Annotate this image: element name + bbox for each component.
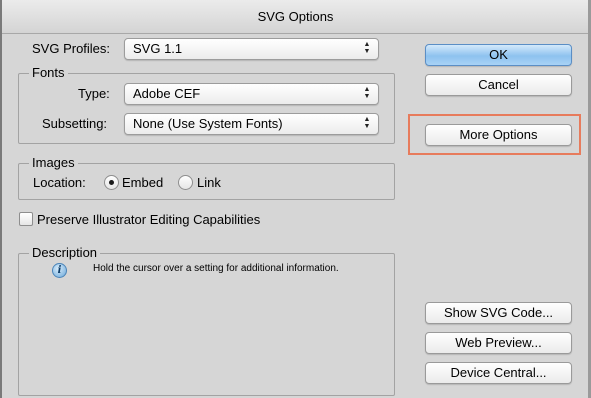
description-text: Hold the cursor over a setting for addit… <box>93 263 339 274</box>
link-label[interactable]: Link <box>197 175 221 190</box>
device-central-button[interactable]: Device Central... <box>425 362 572 384</box>
svg-profiles-value: SVG 1.1 <box>133 41 183 56</box>
images-legend: Images <box>29 156 78 170</box>
subsetting-label: Subsetting: <box>42 116 108 131</box>
description-group <box>18 253 395 396</box>
radio-selected-dot <box>109 180 114 185</box>
more-options-button[interactable]: More Options <box>425 124 572 146</box>
select-arrows-icon: ▲ ▼ <box>363 86 371 100</box>
font-type-value: Adobe CEF <box>133 86 201 101</box>
svg-profiles-label: SVG Profiles: <box>32 41 111 56</box>
window-left-edge <box>0 0 2 398</box>
preserve-editing-checkbox[interactable] <box>19 212 33 226</box>
preserve-editing-label[interactable]: Preserve Illustrator Editing Capabilitie… <box>37 212 260 227</box>
embed-label[interactable]: Embed <box>122 175 163 190</box>
window-title: SVG Options <box>0 0 591 34</box>
location-label: Location: <box>33 175 86 190</box>
description-legend: Description <box>29 246 101 260</box>
select-arrows-icon: ▲ ▼ <box>363 41 371 55</box>
cancel-button[interactable]: Cancel <box>425 74 572 96</box>
link-radio[interactable] <box>178 175 193 190</box>
select-arrows-icon: ▲ ▼ <box>363 116 371 130</box>
font-type-select[interactable]: Adobe CEF ▲ ▼ <box>124 83 379 105</box>
show-svg-code-button[interactable]: Show SVG Code... <box>425 302 572 324</box>
subsetting-value: None (Use System Fonts) <box>133 116 283 131</box>
fonts-legend: Fonts <box>29 66 68 80</box>
web-preview-button[interactable]: Web Preview... <box>425 332 572 354</box>
font-type-label: Type: <box>78 86 110 101</box>
info-icon: i <box>52 263 67 278</box>
svg-profiles-select[interactable]: SVG 1.1 ▲ ▼ <box>124 38 379 60</box>
embed-radio[interactable] <box>104 175 119 190</box>
ok-button[interactable]: OK <box>425 44 572 66</box>
subsetting-select[interactable]: None (Use System Fonts) ▲ ▼ <box>124 113 379 135</box>
